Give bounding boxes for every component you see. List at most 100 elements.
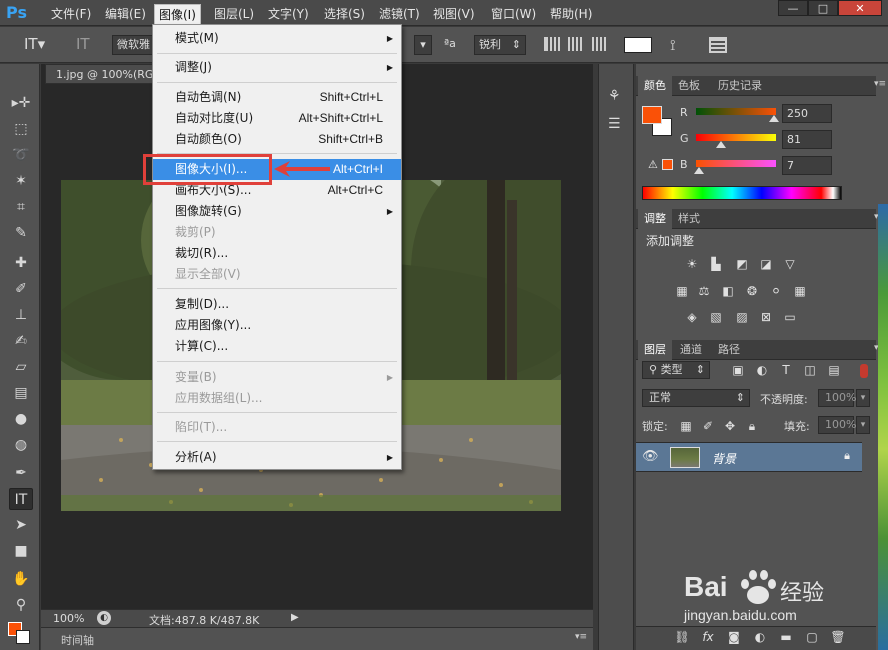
document-tab[interactable]: 1.jpg @ 100%(RGB <box>45 64 165 84</box>
clone-stamp-tool-icon[interactable]: ⊥ <box>9 304 33 326</box>
lock-position-icon[interactable]: ✥ <box>722 419 738 433</box>
zoom-level[interactable]: 100% <box>53 612 84 625</box>
hue-saturation-icon[interactable]: ▦ <box>674 284 690 298</box>
tab-layers[interactable]: 图层 <box>638 340 672 360</box>
menu-item-calculations[interactable]: 计算(C)... <box>153 336 401 357</box>
gradient-tool-icon[interactable]: ▤ <box>9 382 33 404</box>
photo-filter-icon[interactable]: ❂ <box>744 284 760 298</box>
menu-item-mode[interactable]: 模式(M) ▶ <box>153 28 401 49</box>
text-color-swatch[interactable] <box>624 37 652 53</box>
new-group-icon[interactable]: ▬ <box>778 630 794 644</box>
menu-type[interactable]: 文字(Y) <box>264 5 313 23</box>
g-slider-knob[interactable] <box>716 141 726 148</box>
font-family-select[interactable]: 微软雅 <box>112 35 154 55</box>
fill-input[interactable]: 100% <box>818 416 856 434</box>
threshold-icon[interactable]: ▨ <box>734 310 750 324</box>
curves-icon[interactable]: ◩ <box>734 257 750 271</box>
magic-wand-tool-icon[interactable]: ✶ <box>9 170 33 192</box>
type-tool-icon[interactable]: IT <box>9 488 33 510</box>
color-lookup-icon[interactable]: ▦ <box>792 284 808 298</box>
link-layers-icon[interactable]: ⛓ <box>674 630 690 644</box>
color-spectrum-bar[interactable] <box>642 186 842 200</box>
menu-item-trim[interactable]: 裁切(R)... <box>153 243 401 264</box>
tab-adjustments[interactable]: 调整 <box>638 209 672 229</box>
filter-shape-icon[interactable]: ◫ <box>802 363 818 377</box>
filter-pixel-icon[interactable]: ▣ <box>730 363 746 377</box>
type-orientation-icon[interactable]: IT <box>76 35 90 53</box>
eyedropper-tool-icon[interactable]: ✎ <box>9 222 33 244</box>
tab-history[interactable]: 历史记录 <box>712 76 768 96</box>
layer-visibility-eye-icon[interactable]: 👁︎ <box>642 449 659 464</box>
blur-tool-icon[interactable]: ● <box>9 408 33 430</box>
lock-transparent-icon[interactable]: ▦ <box>678 419 694 433</box>
blend-mode-select[interactable]: 正常 ⇕ <box>642 389 750 407</box>
gradient-map-icon[interactable]: ▭ <box>782 310 798 324</box>
lock-all-icon[interactable]: 🔒︎ <box>744 419 760 433</box>
background-color-swatch[interactable] <box>16 630 30 644</box>
hand-tool-icon[interactable]: ✋ <box>9 568 33 590</box>
path-selection-tool-icon[interactable]: ➤ <box>9 514 33 536</box>
healing-brush-tool-icon[interactable]: ✚ <box>9 252 33 274</box>
menu-select[interactable]: 选择(S) <box>320 5 369 23</box>
filter-adjustment-icon[interactable]: ◐ <box>754 363 770 377</box>
move-tool-icon[interactable]: ▸✛ <box>9 92 33 114</box>
g-slider[interactable] <box>696 134 776 141</box>
tab-paths[interactable]: 路径 <box>712 340 746 360</box>
menu-window[interactable]: 窗口(W) <box>487 5 540 23</box>
layer-row[interactable]: 👁︎ 背景 🔒︎ <box>636 442 862 472</box>
menu-file[interactable]: 文件(F) <box>47 5 95 23</box>
close-button[interactable]: ✕ <box>838 0 882 16</box>
crop-tool-icon[interactable]: ⌗ <box>9 196 33 218</box>
eraser-tool-icon[interactable]: ▱ <box>9 356 33 378</box>
invert-icon[interactable]: ◈ <box>684 310 700 324</box>
align-left-icon[interactable] <box>544 37 560 51</box>
menu-image[interactable]: 图像(I) <box>154 4 201 24</box>
new-adjustment-layer-icon[interactable]: ◐ <box>752 630 768 644</box>
black-white-icon[interactable]: ◧ <box>720 284 736 298</box>
color-balance-icon[interactable]: ⚖ <box>696 284 712 298</box>
layer-mask-icon[interactable]: ◙ <box>726 630 742 644</box>
status-info-icon[interactable]: ◐ <box>97 611 111 625</box>
status-menu-arrow-icon[interactable]: ▶ <box>291 612 303 626</box>
character-panel-icon[interactable] <box>709 37 727 53</box>
rectangle-tool-icon[interactable]: ■ <box>9 540 33 562</box>
antialias-select[interactable]: 锐利 ⇕ <box>474 35 526 55</box>
filter-smart-object-icon[interactable]: ▤ <box>826 363 842 377</box>
warp-text-icon[interactable]: ⟟ <box>670 36 676 54</box>
tab-styles[interactable]: 样式 <box>672 209 706 229</box>
levels-icon[interactable]: ▙ <box>708 257 724 271</box>
zoom-tool-icon[interactable]: ⚲ <box>9 594 33 616</box>
align-right-icon[interactable] <box>592 37 608 51</box>
timeline-tab[interactable]: 时间轴 <box>61 632 94 648</box>
marquee-tool-icon[interactable]: ⬚ <box>9 118 33 140</box>
font-size-dropdown[interactable]: ▾ <box>414 35 432 55</box>
menu-item-adjustments[interactable]: 调整(J) ▶ <box>153 57 401 78</box>
opacity-input[interactable]: 100% <box>818 389 856 407</box>
tab-channels[interactable]: 通道 <box>674 340 708 360</box>
brightness-contrast-icon[interactable]: ☀ <box>684 257 700 271</box>
timeline-menu-icon[interactable]: ▾≡ <box>575 632 587 642</box>
type-tool-icon[interactable]: IT▾ <box>24 35 45 53</box>
maximize-button[interactable]: □ <box>808 0 838 16</box>
exposure-icon[interactable]: ◪ <box>758 257 774 271</box>
layer-name[interactable]: 背景 <box>712 450 736 467</box>
r-slider[interactable] <box>696 108 776 115</box>
color-panel-menu-icon[interactable]: ▾≡ <box>874 79 886 89</box>
brush-presets-panel-icon[interactable]: ☰ <box>608 116 621 132</box>
menu-item-image-rotation[interactable]: 图像旋转(G) ▶ <box>153 201 401 222</box>
brush-tool-icon[interactable]: ✐ <box>9 278 33 300</box>
menu-filter[interactable]: 滤镜(T) <box>375 5 424 23</box>
g-value-input[interactable]: 81 <box>782 130 832 149</box>
pen-tool-icon[interactable]: ✒ <box>9 462 33 484</box>
channel-mixer-icon[interactable]: ⚪ <box>768 284 784 298</box>
opacity-dropdown-icon[interactable]: ▾ <box>856 389 870 407</box>
selective-color-icon[interactable]: ⊠ <box>758 310 774 324</box>
menu-item-auto-contrast[interactable]: 自动对比度(U) Alt+Shift+Ctrl+L <box>153 108 401 129</box>
history-brush-tool-icon[interactable]: ✍ <box>9 330 33 352</box>
menu-help[interactable]: 帮助(H) <box>546 5 596 23</box>
lasso-tool-icon[interactable]: ➰ <box>9 144 33 166</box>
menu-edit[interactable]: 编辑(E) <box>101 5 150 23</box>
menu-item-auto-color[interactable]: 自动颜色(O) Shift+Ctrl+B <box>153 129 401 150</box>
r-slider-knob[interactable] <box>769 115 779 122</box>
b-slider[interactable] <box>696 160 776 167</box>
